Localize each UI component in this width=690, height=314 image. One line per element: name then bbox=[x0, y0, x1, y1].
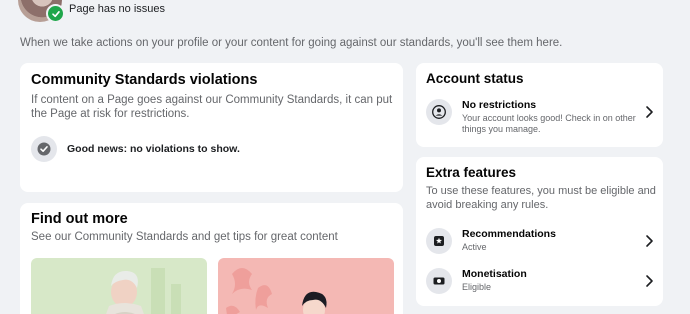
account-status-row-subtitle: Your account looks good! Check in on oth… bbox=[462, 113, 636, 134]
recommendations-icon bbox=[426, 228, 452, 254]
extra-features-card: Extra features To use these features, yo… bbox=[416, 157, 663, 306]
community-standards-illustration[interactable] bbox=[31, 258, 207, 314]
chevron-right-icon bbox=[644, 234, 654, 248]
no-violations-text: Good news: no violations to show. bbox=[67, 143, 240, 155]
chevron-right-icon bbox=[644, 274, 654, 288]
find-out-more-title: Find out more bbox=[31, 211, 128, 227]
find-out-more-subtitle: See our Community Standards and get tips… bbox=[31, 231, 338, 243]
extra-features-title: Extra features bbox=[426, 165, 517, 180]
account-status-row-title: No restrictions bbox=[462, 99, 537, 111]
find-out-more-card: Find out more See our Community Standard… bbox=[20, 203, 403, 314]
money-icon bbox=[426, 268, 452, 294]
check-badge-icon bbox=[46, 4, 65, 23]
intro-text: When we take actions on your profile or … bbox=[20, 37, 563, 49]
recommendations-status: Active bbox=[462, 242, 487, 252]
content-tips-illustration[interactable] bbox=[218, 258, 394, 314]
community-standards-title: Community Standards violations bbox=[31, 72, 258, 88]
monetisation-status: Eligible bbox=[462, 282, 492, 292]
recommendations-label: Recommendations bbox=[462, 228, 556, 240]
chevron-right-icon bbox=[644, 105, 654, 119]
person-shield-icon bbox=[426, 99, 452, 125]
check-circle-icon bbox=[31, 136, 57, 162]
account-status-card: Account status No restrictions Your acco… bbox=[416, 63, 663, 147]
monetisation-row[interactable]: Monetisation Eligible bbox=[426, 268, 654, 294]
community-standards-subtitle: If content on a Page goes against our Co… bbox=[31, 94, 393, 120]
no-violations-row: Good news: no violations to show. bbox=[31, 136, 240, 162]
extra-features-subtitle: To use these features, you must be eligi… bbox=[426, 185, 656, 211]
community-standards-card: Community Standards violations If conten… bbox=[20, 63, 403, 192]
account-status-title: Account status bbox=[426, 71, 524, 86]
recommendations-row[interactable]: Recommendations Active bbox=[426, 228, 654, 254]
page-status-text: Page has no issues bbox=[69, 3, 166, 15]
monetisation-label: Monetisation bbox=[462, 268, 527, 280]
account-status-row[interactable]: No restrictions Your account looks good!… bbox=[426, 99, 654, 135]
